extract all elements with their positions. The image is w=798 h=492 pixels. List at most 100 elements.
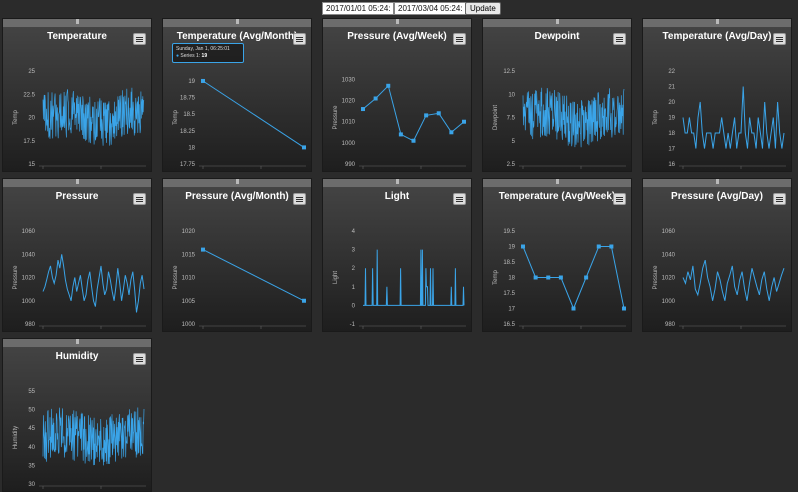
x-tick-label: Feb '17: [91, 331, 111, 332]
chart-tooltip: Sunday, Jan 1, 06:25:01 ● Series 1: 19: [172, 43, 244, 63]
data-point[interactable]: [361, 107, 365, 112]
chart-svg: 303540455055Jan '17Feb '17Humidity: [13, 389, 146, 489]
y-tick-label: 55: [28, 389, 35, 395]
y-tick-label: 1000: [662, 299, 676, 305]
x-tick-label: Jan '17: [673, 171, 693, 172]
data-point[interactable]: [521, 244, 525, 249]
y-tick-label: 4: [352, 229, 356, 235]
x-tick-label: Feb '17: [411, 331, 431, 332]
y-axis-label: Humidity: [13, 426, 19, 449]
data-point[interactable]: [571, 306, 576, 311]
chart-svg: 990 1000 1010 1020 1030 Jan '17 Feb '17 Pressur…: [333, 77, 466, 169]
y-tick-label: 980: [25, 322, 36, 328]
start-date-input[interactable]: [322, 2, 394, 15]
panel-dewpoint: III Dewpoint 2.557.51012.5Jan '17Feb '17…: [482, 18, 632, 172]
y-tick-label: 1040: [662, 252, 676, 258]
y-tick-label: 1005: [182, 299, 196, 305]
series-line: [362, 84, 465, 142]
y-tick-label: 21: [668, 85, 675, 91]
data-point[interactable]: [436, 111, 441, 116]
end-date-input[interactable]: [394, 2, 466, 15]
panel-temperature-avg-month: III Temperature (Avg/Month) 17.75 18 18.25…: [162, 18, 312, 172]
y-axis-label: Pressure: [653, 265, 659, 290]
x-tick-label: Jan '17: [193, 331, 213, 332]
chart-svg: 980 1000 1020 1040 1060 Jan '17 Feb '17 Pressur…: [653, 229, 786, 332]
y-tick-label: 3: [352, 248, 356, 254]
y-tick-label: 17: [508, 307, 515, 313]
y-tick-label: 18: [508, 276, 515, 282]
y-tick-label: 1000: [182, 322, 196, 328]
data-point[interactable]: [584, 275, 589, 280]
data-point[interactable]: [424, 113, 429, 118]
y-tick-label: 18.25: [180, 129, 196, 135]
x-tick-label: Feb '17: [731, 171, 751, 172]
panel-temperature-avg-week: III Temperature (Avg/Week) 16.5 17 17.5 18 1…: [482, 178, 632, 332]
y-tick-label: 20: [668, 100, 675, 106]
data-point[interactable]: [302, 145, 306, 150]
y-tick-label: 990: [345, 162, 356, 168]
series-line: [42, 254, 145, 313]
panel-pressure: III Pressure 9801000102010401060Jan '17F…: [2, 178, 152, 332]
panel-temperature-avg-day: III Temperature (Avg/Day) 16 17 18 19 20 21 22…: [642, 18, 792, 172]
series-line: [202, 80, 305, 148]
y-tick-label: 0: [352, 303, 356, 309]
y-axis-label: Temp: [653, 110, 659, 125]
x-tick-label: Jan '17: [33, 331, 53, 332]
x-tick-label: Feb '17: [251, 331, 271, 332]
y-tick-label: 15: [28, 162, 35, 168]
panel-pressure-avg-week: III Pressure (Avg/Week) 990 1000 1010 1020 1…: [322, 18, 472, 172]
y-tick-label: 1: [352, 285, 356, 291]
y-tick-label: 1020: [182, 229, 196, 235]
data-point[interactable]: [201, 78, 205, 83]
series-line: [202, 249, 305, 302]
data-point[interactable]: [622, 306, 626, 311]
y-tick-label: 1000: [342, 141, 356, 147]
series-line: [42, 407, 145, 466]
y-tick-label: 2.5: [507, 162, 516, 168]
y-tick-label: 45: [28, 426, 35, 432]
y-axis-label: Pressure: [13, 265, 19, 290]
data-point[interactable]: [411, 138, 416, 143]
y-tick-label: 17: [668, 147, 675, 153]
x-tick-label: Feb '17: [731, 331, 751, 332]
tooltip-date: Sunday, Jan 1, 06:25:01: [176, 46, 230, 52]
tooltip-value: 19: [201, 53, 208, 59]
date-range-bar: Update: [0, 0, 798, 16]
data-point[interactable]: [558, 275, 563, 280]
x-tick-label: Jan '17: [353, 331, 373, 332]
y-tick-label: 19: [668, 116, 675, 122]
update-button[interactable]: Update: [465, 2, 501, 15]
y-tick-label: 18.5: [503, 260, 515, 266]
data-point[interactable]: [609, 244, 614, 249]
tooltip-series: Series 1:: [180, 53, 201, 59]
x-tick-label: Jan '17: [33, 171, 53, 172]
data-point[interactable]: [386, 83, 391, 88]
y-tick-label: 19: [188, 79, 195, 85]
y-axis-label: Temp: [173, 110, 179, 125]
y-tick-label: 1060: [22, 229, 36, 235]
data-point[interactable]: [533, 275, 538, 280]
data-point[interactable]: [462, 119, 466, 124]
y-tick-label: 1010: [182, 276, 196, 282]
data-point[interactable]: [596, 244, 601, 249]
y-tick-label: 35: [28, 463, 35, 469]
y-tick-label: 40: [28, 445, 35, 451]
y-tick-label: 18: [668, 131, 675, 137]
y-axis-label: Temp: [493, 270, 499, 285]
data-point[interactable]: [449, 130, 454, 135]
x-tick-label: Feb '17: [571, 331, 591, 332]
panel-temperature: III Temperature 1517.52022.525Jan '17Feb…: [2, 18, 152, 172]
x-tick-label: Feb '17: [251, 171, 271, 172]
data-point[interactable]: [398, 132, 403, 137]
y-axis-label: Pressure: [173, 265, 179, 290]
data-point[interactable]: [201, 247, 205, 252]
chart-svg: 980 1000 1020 1040 1060 Jan '17 Feb '17 Pressur…: [13, 229, 146, 332]
y-tick-label: 1020: [662, 276, 676, 282]
series-line: [682, 259, 785, 301]
y-tick-label: 1060: [662, 229, 676, 235]
series-line: [42, 87, 145, 146]
data-point[interactable]: [373, 96, 378, 101]
data-point[interactable]: [546, 275, 551, 280]
data-point[interactable]: [302, 298, 306, 303]
series-line: [682, 86, 785, 149]
